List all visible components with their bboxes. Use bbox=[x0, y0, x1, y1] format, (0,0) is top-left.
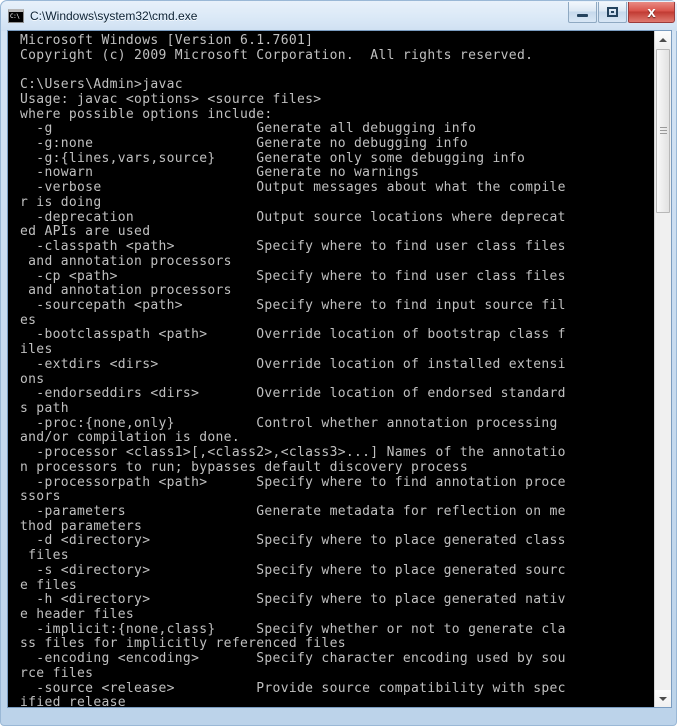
console-output-text: Microsoft Windows [Version 6.1.7601] Cop… bbox=[20, 33, 566, 707]
console-client-area[interactable]: Microsoft Windows [Version 6.1.7601] Cop… bbox=[7, 30, 672, 708]
cmd-console-icon[interactable] bbox=[8, 8, 24, 23]
vertical-scrollbar[interactable] bbox=[654, 31, 671, 707]
cmd-window: C:\Windows\system32\cmd.exe x Microsoft … bbox=[0, 0, 677, 726]
title-bar-left: C:\Windows\system32\cmd.exe bbox=[8, 6, 197, 25]
console-screen[interactable]: Microsoft Windows [Version 6.1.7601] Cop… bbox=[8, 31, 656, 707]
caption-button-group: x bbox=[568, 2, 675, 23]
restore-icon bbox=[607, 7, 618, 17]
scrollbar-thumb[interactable] bbox=[656, 49, 670, 213]
scroll-down-button[interactable] bbox=[655, 690, 671, 707]
close-button[interactable]: x bbox=[628, 2, 675, 23]
chevron-up-icon bbox=[659, 37, 667, 42]
maximize-restore-button[interactable] bbox=[598, 2, 627, 23]
scroll-up-button[interactable] bbox=[655, 31, 671, 48]
close-icon: x bbox=[647, 3, 656, 21]
minimize-icon bbox=[577, 14, 588, 17]
scrollbar-grip-icon bbox=[660, 127, 667, 135]
minimize-button[interactable] bbox=[568, 2, 597, 23]
window-title: C:\Windows\system32\cmd.exe bbox=[30, 8, 198, 23]
chevron-down-icon bbox=[659, 696, 667, 701]
title-bar[interactable]: C:\Windows\system32\cmd.exe x bbox=[1, 1, 677, 29]
